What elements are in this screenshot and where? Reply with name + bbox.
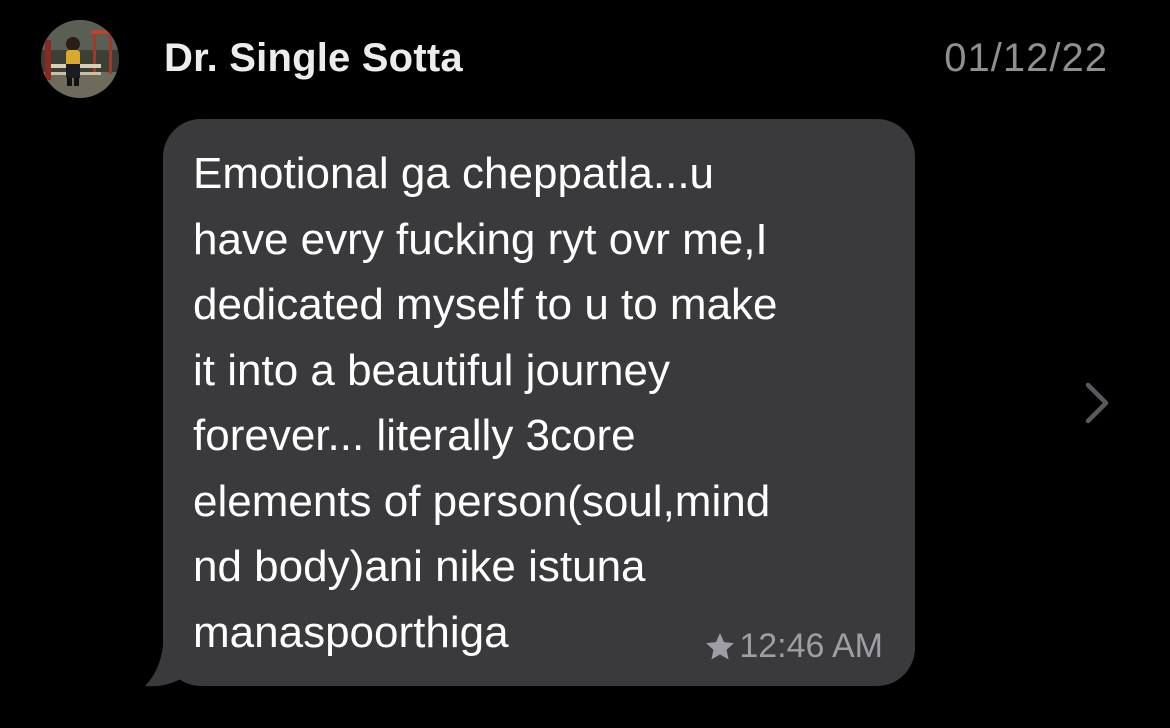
contact-name: Dr. Single Sotta [164,36,463,80]
star-icon [703,630,737,664]
message-header[interactable]: Dr. Single Sotta 01/12/22 [0,0,1170,120]
message-meta: 12:46 AM [703,627,883,666]
message-time: 12:46 AM [739,627,883,665]
message-date: 01/12/22 [944,36,1108,80]
avatar-photo [41,20,119,98]
message-bubble[interactable]: Emotional ga cheppatla...u have evry fuc… [163,119,915,686]
message-text: Emotional ga cheppatla...u have evry fuc… [193,149,778,657]
chevron-right-icon[interactable] [1082,381,1112,425]
contact-avatar[interactable] [41,20,119,98]
